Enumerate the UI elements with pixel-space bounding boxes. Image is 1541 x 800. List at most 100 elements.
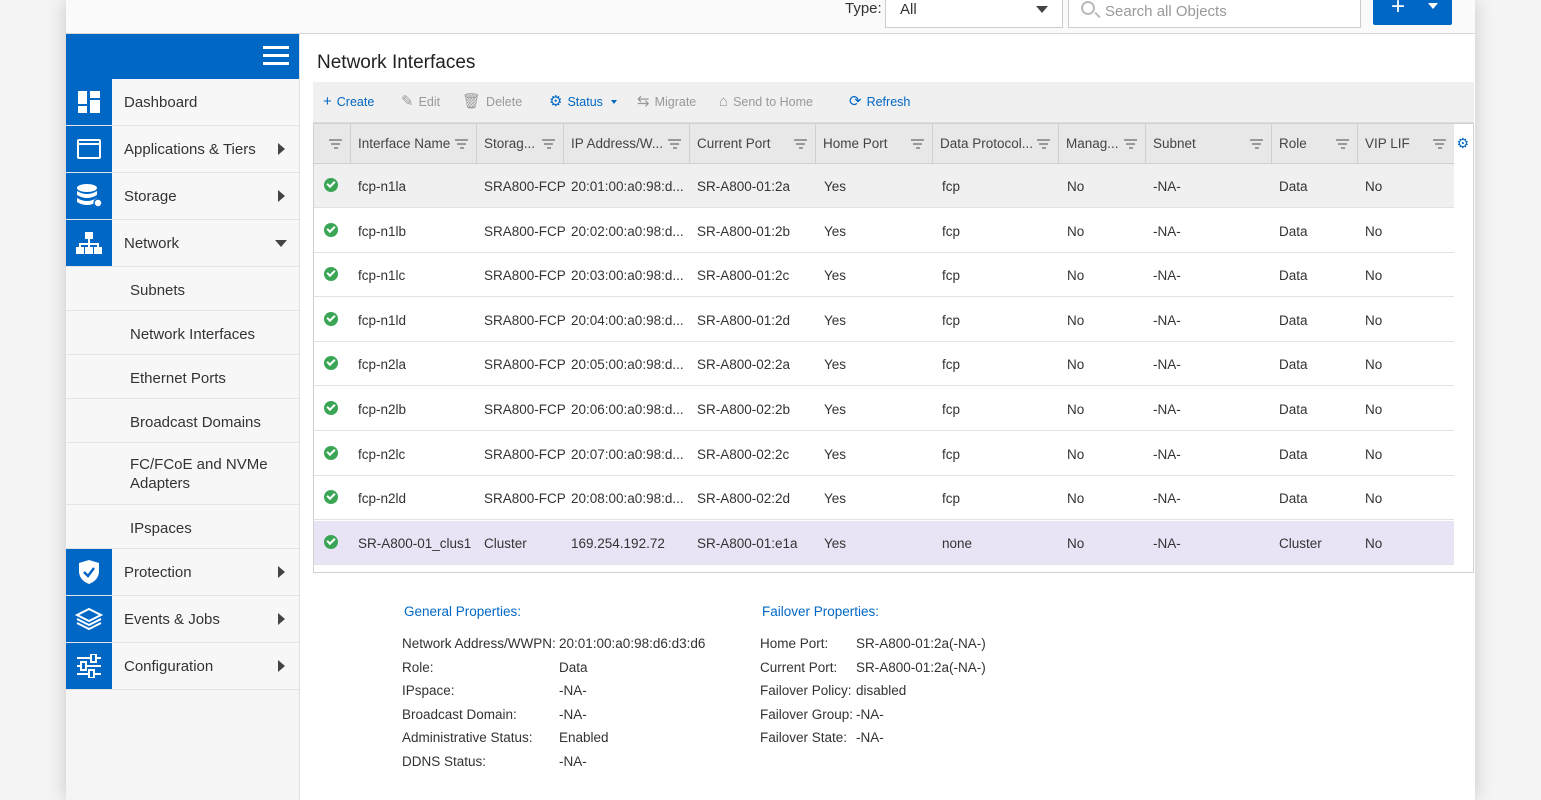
sidebar-subitem-broadcast-domains[interactable]: Broadcast Domains xyxy=(66,399,299,443)
table-row[interactable]: fcp-n2la SRA800-FCP 20:05:00:a0:98:d... SR-… xyxy=(314,342,1454,387)
sidebar-subitem-label: FC/FCoE and NVMe Adapters xyxy=(130,456,268,492)
filter-icon[interactable] xyxy=(455,139,468,149)
column-settings-gear-icon[interactable]: ⚙ xyxy=(1456,135,1469,152)
column-header-label: Data Protocol... xyxy=(940,136,1034,151)
column-header-label: VIP LIF xyxy=(1365,136,1410,151)
filter-icon[interactable] xyxy=(1037,139,1050,149)
sidebar-item-applications[interactable]: Applications & Tiers xyxy=(66,126,299,173)
add-button[interactable]: + xyxy=(1373,0,1452,25)
table-cell: Yes xyxy=(824,223,847,239)
table-cell: SR-A800-01:2b xyxy=(697,223,791,239)
sidebar-item-label: Protection xyxy=(124,564,192,581)
property-value: Data xyxy=(559,659,588,675)
property-label: Role: xyxy=(402,659,434,675)
table-row[interactable]: fcp-n1lc SRA800-FCP 20:03:00:a0:98:d... SR-… xyxy=(314,253,1454,298)
table-row[interactable]: fcp-n2lc SRA800-FCP 20:07:00:a0:98:d... SR-… xyxy=(314,431,1454,476)
table-row[interactable]: fcp-n1lb SRA800-FCP 20:02:00:a0:98:d... SR-… xyxy=(314,208,1454,253)
sidebar-subitem-label: Subnets xyxy=(130,282,186,299)
filter-icon[interactable] xyxy=(1124,139,1137,149)
column-header-role[interactable]: Role xyxy=(1272,124,1358,164)
sidebar-subitem-network-interfaces[interactable]: Network Interfaces xyxy=(66,311,299,355)
main-content: Network Interfaces + Create ✎ Edit 🗑 Delete… xyxy=(300,34,1475,800)
select-column-header[interactable] xyxy=(314,124,351,164)
table-cell: SRA800-FCP xyxy=(484,402,566,417)
column-header-current-port[interactable]: Current Port xyxy=(690,124,816,164)
sidebar-item-label: Configuration xyxy=(124,658,214,675)
filter-icon[interactable] xyxy=(1433,139,1446,149)
toolbar: + Create ✎ Edit 🗑 Delete ⚙ Status ⇆ Migrate ⌂… xyxy=(313,82,1474,123)
table-cell: fcp xyxy=(942,223,961,239)
sidebar-item-events-jobs[interactable]: Events & Jobs xyxy=(66,596,299,643)
table-cell: 169.254.192.72 xyxy=(571,535,665,551)
column-header-subnet[interactable]: Subnet xyxy=(1146,124,1272,164)
column-header-ip-address[interactable]: IP Address/W... xyxy=(564,124,690,164)
column-header-storage[interactable]: Storag... xyxy=(477,124,564,164)
table-cell: 20:05:00:a0:98:d... xyxy=(571,357,684,373)
filter-icon[interactable] xyxy=(329,139,342,149)
property-value: Enabled xyxy=(559,730,609,745)
table-cell: Data xyxy=(1279,491,1308,507)
table-cell: -NA- xyxy=(1153,312,1181,328)
column-header-label: Current Port xyxy=(697,136,771,151)
table-cell: No xyxy=(1365,312,1383,328)
failover-properties-title: Failover Properties: xyxy=(762,604,880,619)
column-header-interface-name[interactable]: Interface Name xyxy=(351,124,477,164)
send-to-home-button[interactable]: ⌂ Send to Home xyxy=(719,94,813,109)
table-row[interactable]: SR-A800-01_clus1 Cluster 169.254.192.72 SR-… xyxy=(314,520,1454,565)
type-select[interactable]: All xyxy=(885,0,1063,28)
migrate-icon: ⇆ xyxy=(637,93,650,110)
chevron-right-icon xyxy=(278,660,285,672)
filter-icon[interactable] xyxy=(668,139,681,149)
sidebar-subitem-ethernet-ports[interactable]: Ethernet Ports xyxy=(66,355,299,399)
table-cell: Data xyxy=(1279,446,1308,462)
hamburger-menu-icon[interactable] xyxy=(263,46,289,66)
refresh-icon: ⟳ xyxy=(849,93,862,110)
filter-icon[interactable] xyxy=(1336,139,1349,149)
table-cell: fcp-n2lb xyxy=(358,402,407,417)
table-cell: SR-A800-01:e1a xyxy=(697,535,798,551)
sidebar-item-configuration[interactable]: Configuration xyxy=(66,643,299,690)
table-cell: Yes xyxy=(824,268,847,284)
filter-icon[interactable] xyxy=(542,139,555,149)
table-cell: No xyxy=(1067,268,1085,284)
property-value: -NA- xyxy=(559,683,587,698)
sidebar-subitem-ipspaces[interactable]: IPspaces xyxy=(66,505,299,549)
table-cell: SR-A800-01:2d xyxy=(697,312,791,328)
create-button[interactable]: + Create xyxy=(323,94,374,109)
edit-button[interactable]: ✎ Edit xyxy=(401,94,441,109)
table-cell: fcp xyxy=(942,179,961,194)
sidebar-subitem-subnets[interactable]: Subnets xyxy=(66,267,299,311)
delete-button[interactable]: 🗑 Delete xyxy=(462,94,522,109)
table-cell: No xyxy=(1365,491,1383,507)
column-header-vip-lif[interactable]: VIP LIF xyxy=(1358,124,1454,164)
table-row[interactable]: fcp-n2ld SRA800-FCP 20:08:00:a0:98:d... SR-… xyxy=(314,476,1454,521)
table-cell: 20:07:00:a0:98:d... xyxy=(571,446,684,462)
table-cell: SR-A800-02:2d xyxy=(697,491,791,507)
table-cell: Yes xyxy=(824,446,847,462)
sidebar-item-storage[interactable]: Storage xyxy=(66,173,299,220)
table-row[interactable]: fcp-n1la SRA800-FCP 20:01:00:a0:98:d... SR-… xyxy=(314,164,1454,208)
sidebar-item-network[interactable]: Network xyxy=(66,220,299,267)
status-dropdown[interactable]: ⚙ Status xyxy=(549,94,617,109)
search-box[interactable] xyxy=(1068,0,1361,28)
filter-icon[interactable] xyxy=(911,139,924,149)
sidebar-item-dashboard[interactable]: Dashboard xyxy=(66,79,299,126)
column-header-data-protocol[interactable]: Data Protocol... xyxy=(933,124,1059,164)
general-properties-title: General Properties: xyxy=(404,604,522,619)
search-input[interactable] xyxy=(1105,0,1355,23)
column-header-management[interactable]: Manag... xyxy=(1059,124,1146,164)
property-label: Network Address/WWPN: xyxy=(402,636,556,651)
migrate-button[interactable]: ⇆ Migrate xyxy=(637,93,696,110)
refresh-button[interactable]: ⟳ Refresh xyxy=(849,93,910,110)
property-value: -NA- xyxy=(856,706,884,722)
filter-icon[interactable] xyxy=(1250,139,1263,149)
table-row[interactable]: fcp-n1ld SRA800-FCP 20:04:00:a0:98:d... SR-… xyxy=(314,297,1454,342)
sidebar-subitem-fc-adapters[interactable]: FC/FCoE and NVMe Adapters xyxy=(66,443,299,505)
sidebar-item-label: Dashboard xyxy=(124,94,198,111)
filter-icon[interactable] xyxy=(794,139,807,149)
sidebar-item-protection[interactable]: Protection xyxy=(66,549,299,596)
edit-label: Edit xyxy=(418,95,441,109)
column-header-home-port[interactable]: Home Port xyxy=(816,124,933,164)
table-row[interactable]: fcp-n2lb SRA800-FCP 20:06:00:a0:98:d... SR-… xyxy=(314,387,1454,431)
table-cell: Yes xyxy=(824,312,847,328)
